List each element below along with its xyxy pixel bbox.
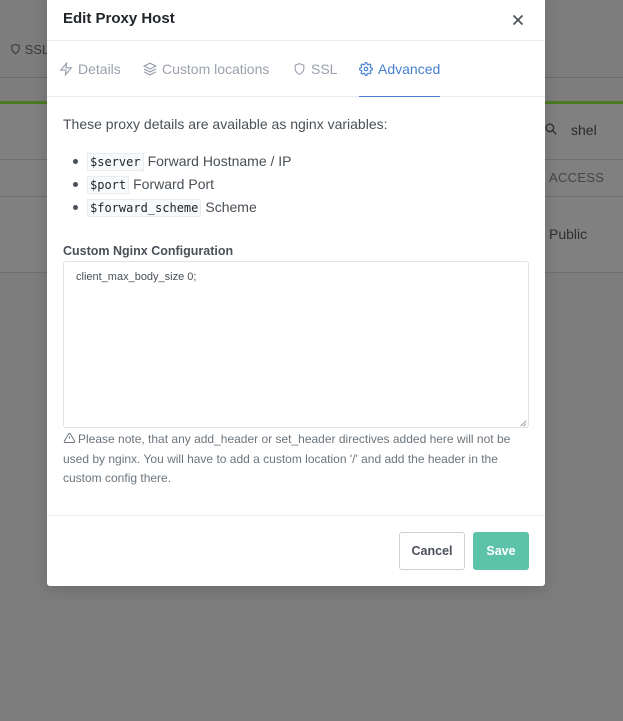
list-item: $port Forward Port [73,173,292,196]
modal-header: Edit Proxy Host [47,0,545,41]
save-button[interactable]: Save [473,532,529,570]
list-item: $server Forward Hostname / IP [73,150,292,173]
shield-icon [11,43,20,55]
modal-tabs: Details Custom locations SSL Advanced [47,41,545,97]
variables-list: $server Forward Hostname / IP $port Forwar… [73,150,292,219]
variable-desc: Scheme [205,199,257,215]
zap-icon [59,62,73,76]
background-ssl-tab: SSL [10,42,49,57]
modal-title: Edit Proxy Host [63,10,175,27]
variable-desc: Forward Port [133,176,215,192]
modal-footer: Cancel Save [47,515,545,586]
background-column-access: ACCESS [549,170,605,185]
background-access-value: Public [549,226,588,242]
config-warning-note: Please note, that any add_header or set_… [63,432,511,485]
background-search-input: shel [571,122,597,138]
close-icon[interactable] [509,11,527,29]
cancel-button[interactable]: Cancel [399,532,465,570]
variable-code: $port [87,176,130,194]
custom-config-label: Custom Nginx Configuration [63,244,234,258]
gear-icon [359,61,373,76]
search-icon [545,123,557,135]
custom-config-textarea[interactable] [63,261,529,428]
variable-code: $server [87,153,144,171]
tab-ssl[interactable]: SSL [293,41,337,97]
tab-details[interactable]: Details [59,41,121,97]
tab-advanced[interactable]: Advanced [359,41,441,97]
resize-handle-icon[interactable] [519,419,527,427]
variable-desc: Forward Hostname / IP [147,153,292,169]
variable-code: $forward_scheme [87,199,202,217]
variables-intro: These proxy details are available as ngi… [63,116,388,132]
alert-triangle-icon [63,432,76,443]
tab-custom-locations[interactable]: Custom locations [143,41,269,97]
shield-icon [294,63,305,76]
list-item: $forward_scheme Scheme [73,196,292,219]
layers-icon [143,62,157,76]
edit-proxy-host-modal: Edit Proxy Host Details Custom locations… [47,0,545,586]
